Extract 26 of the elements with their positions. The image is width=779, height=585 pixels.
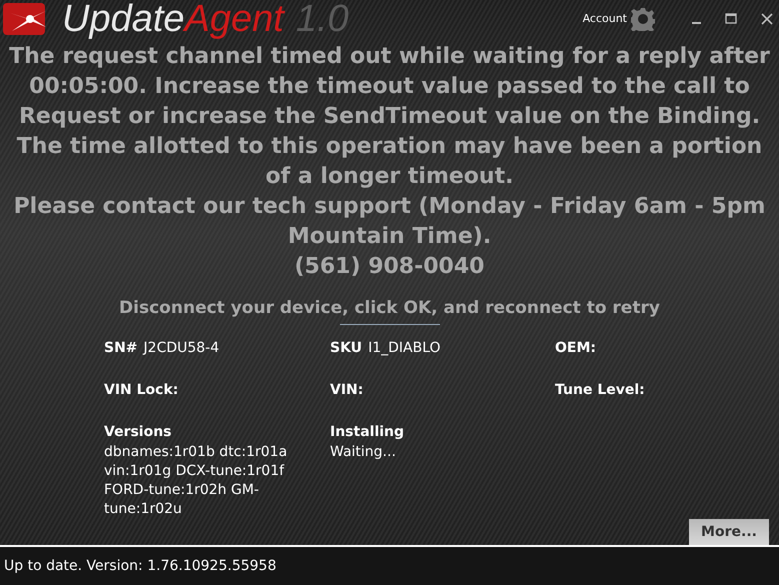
logo-text: Update	[62, 0, 185, 38]
status-text: Up to date. Version: 1.76.10925.55958	[4, 556, 276, 576]
field-label: OEM:	[555, 339, 596, 358]
close-icon[interactable]	[761, 13, 773, 25]
error-message: Please contact our tech support (Monday - Friday 6am - 5pm Mountain Time).	[12, 193, 766, 251]
instruction-text: Disconnect your device, click OK, and reconnect to retry	[118, 297, 661, 320]
field-label: Versions	[104, 423, 173, 442]
field-label: VIN:	[330, 381, 364, 400]
field-value: Waiting...	[330, 443, 397, 462]
field-label: SN#	[104, 339, 138, 358]
logo-text: 1.0	[296, 0, 349, 38]
settings-icon[interactable]	[631, 7, 655, 31]
maximize-icon[interactable]	[725, 13, 737, 25]
field-label: Tune Level:	[555, 381, 645, 400]
more-button[interactable]: More...	[689, 519, 769, 546]
field-label: SKU	[330, 339, 362, 358]
field-label: VIN Lock:	[104, 381, 178, 400]
account-link[interactable]: Account	[582, 10, 627, 28]
error-message: (561) 908-0040	[294, 253, 484, 281]
logo-text: Agent	[184, 0, 284, 38]
field-value: J2CDU58-4	[144, 339, 220, 358]
error-message: The request channel timed out while waiting for a reply after 00:05:00. Increase the timeout value passed to the call to Request or increase the SendTimeout value on the Binding. The time allotted to this operation may have been a portion of a longer timeout.	[8, 43, 771, 191]
logo-icon	[2, 1, 46, 37]
field-value: I1_DIABLO	[368, 339, 441, 358]
field-value: dbnames:1r01b dtc:1r01a vin:1r01g DCX-tune:1r01f FORD-tune:1r02h GM-tune:1r02u	[104, 443, 288, 520]
field-label: Installing	[330, 423, 406, 442]
